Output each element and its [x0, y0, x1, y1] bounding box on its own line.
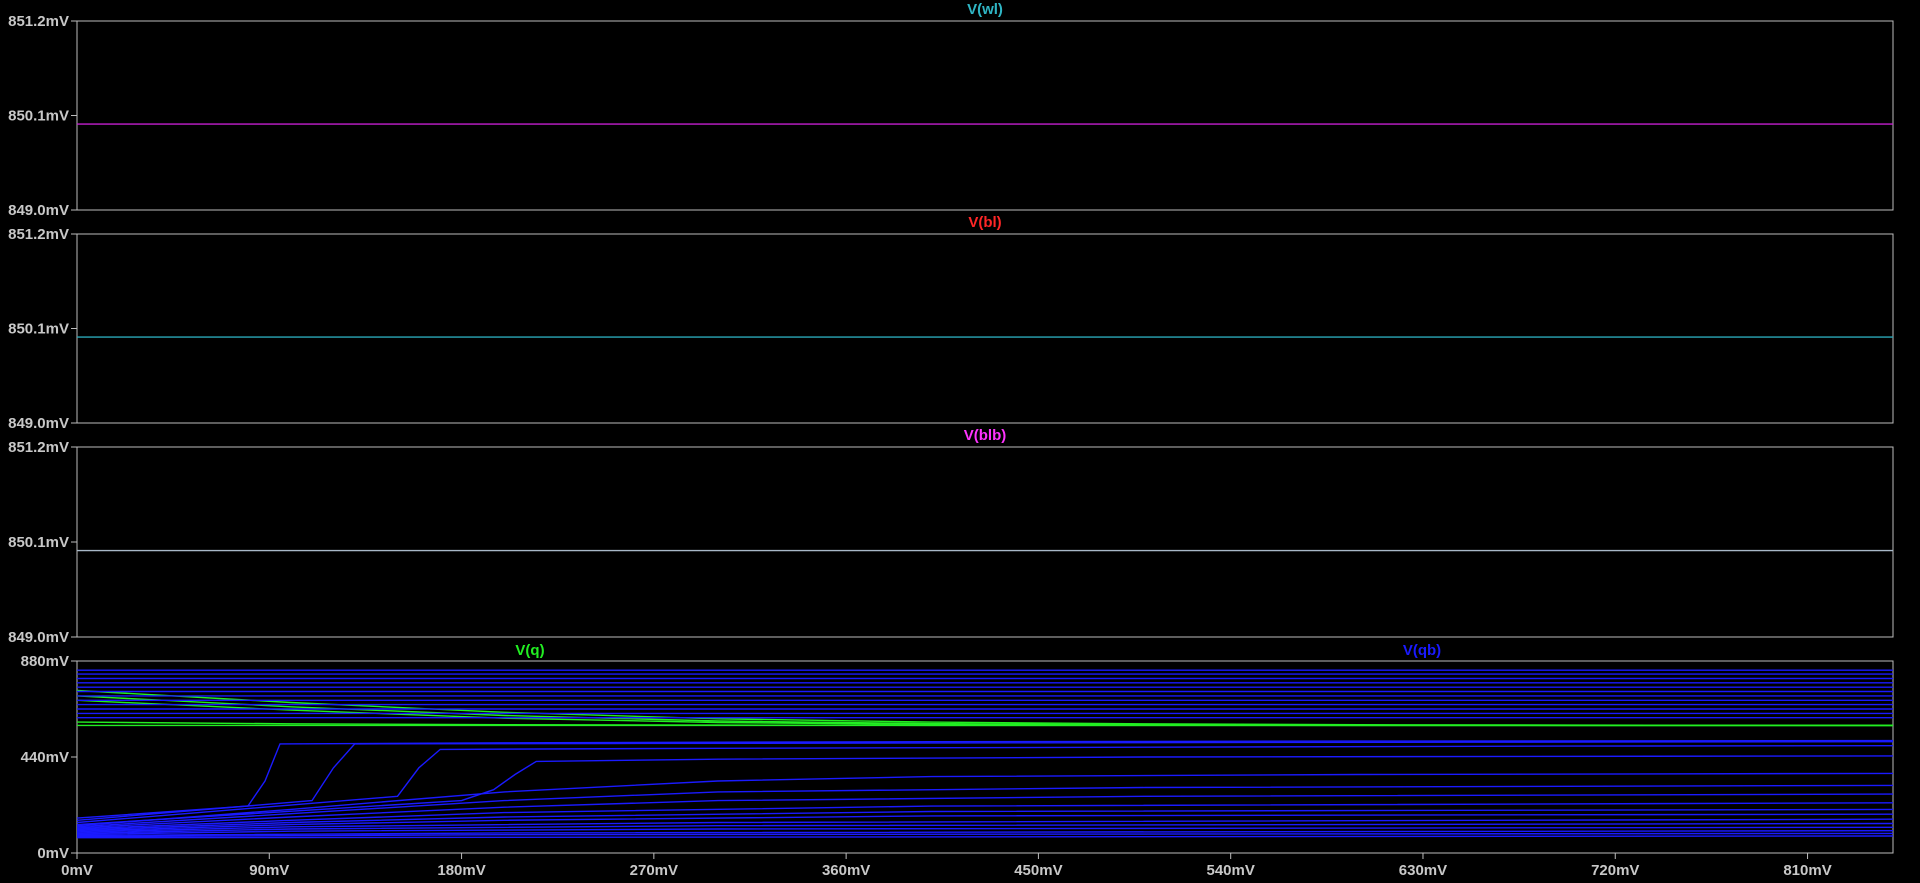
y-tick-label: 850.1mV [8, 321, 69, 338]
y-tick-label: 850.1mV [8, 108, 69, 125]
x-tick-label: 90mV [249, 862, 289, 879]
pane-title: V(bl) [968, 214, 1001, 231]
legend-label: V(q) [515, 642, 544, 659]
legend-label: V(qb) [1403, 642, 1441, 659]
waveform-viewer: 851.2mV 850.1mV 849.0mV V(wl) 851.2mV 850.1mV… [0, 0, 1920, 883]
y-tick-label: 851.2mV [8, 226, 69, 243]
x-tick-label: 180mV [437, 862, 485, 879]
x-tick-label: 450mV [1014, 862, 1062, 879]
x-tick-label: 540mV [1207, 862, 1255, 879]
x-tick-label: 360mV [822, 862, 870, 879]
y-tick-label: 849.0mV [8, 202, 69, 219]
y-tick-label: 849.0mV [8, 629, 69, 646]
y-tick-label: 440mV [21, 749, 69, 766]
y-tick-label: 851.2mV [8, 13, 69, 30]
y-tick-label: 880mV [21, 653, 69, 670]
x-tick-label: 810mV [1783, 862, 1831, 879]
y-tick-label: 0mV [37, 845, 69, 862]
y-tick-label: 849.0mV [8, 415, 69, 432]
x-tick-label: 720mV [1591, 862, 1639, 879]
x-tick-label: 270mV [630, 862, 678, 879]
pane-title: V(blb) [964, 427, 1007, 444]
pane-title: V(wl) [967, 1, 1003, 18]
x-tick-label: 0mV [61, 862, 93, 879]
y-tick-label: 851.2mV [8, 439, 69, 456]
y-tick-label: 850.1mV [8, 534, 69, 551]
x-tick-label: 630mV [1399, 862, 1447, 879]
viewer-background [0, 0, 1920, 883]
